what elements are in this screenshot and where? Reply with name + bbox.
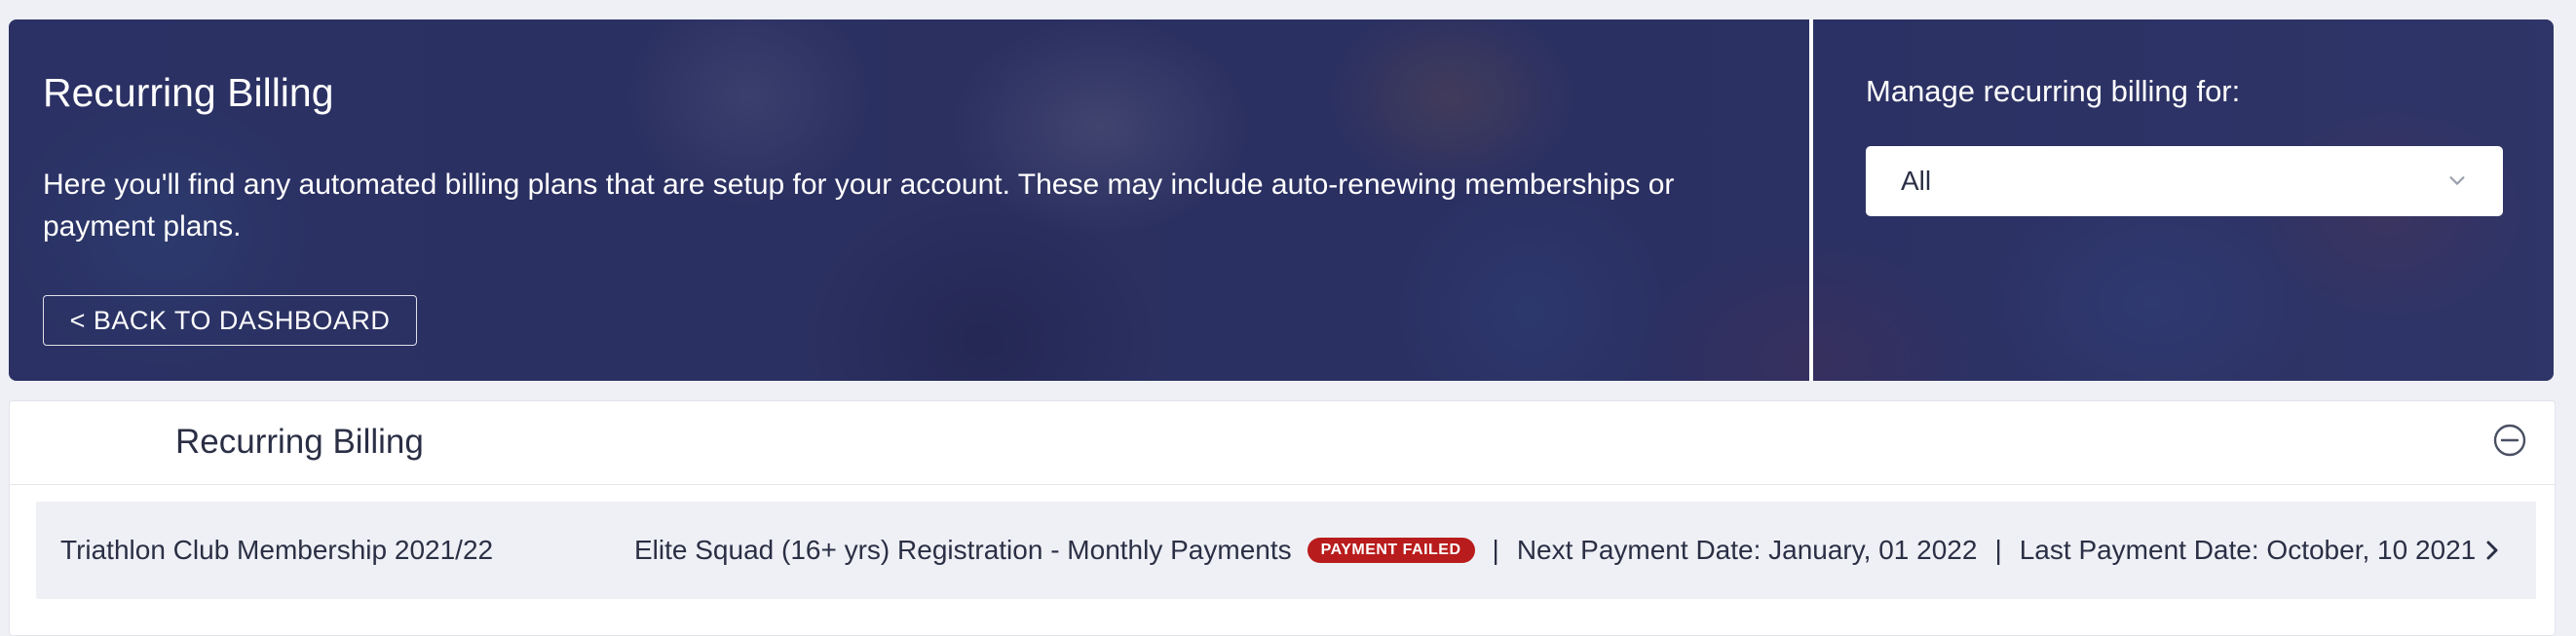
select-value: All	[1901, 166, 1932, 196]
separator: |	[1492, 535, 1499, 565]
billing-account-select[interactable]: All	[1866, 146, 2503, 216]
card-divider	[10, 484, 2555, 485]
status-badge: PAYMENT FAILED	[1307, 538, 1475, 563]
separator: |	[1994, 535, 2002, 565]
page-title: Recurring Billing	[43, 70, 334, 115]
hero-banner: Recurring Billing Here you'll find any a…	[9, 19, 2554, 381]
manage-billing-label: Manage recurring billing for:	[1866, 74, 2241, 108]
card-title: Recurring Billing	[175, 423, 424, 461]
hero-divider	[1809, 19, 1813, 381]
plan-details: Elite Squad (16+ yrs) Registration - Mon…	[634, 502, 2493, 599]
billing-plan-row[interactable]: Triathlon Club Membership 2021/22 Elite …	[36, 502, 2536, 599]
last-payment-date: Last Payment Date: October, 10 2021	[2019, 535, 2477, 565]
page-description: Here you'll find any automated billing p…	[43, 168, 1675, 243]
recurring-billing-card: Recurring Billing Triathlon Club Members…	[9, 400, 2556, 636]
plan-name: Elite Squad (16+ yrs) Registration - Mon…	[634, 535, 1292, 565]
chevron-right-icon[interactable]	[2481, 539, 2504, 562]
membership-name: Triathlon Club Membership 2021/22	[60, 535, 494, 565]
back-to-dashboard-button[interactable]: < BACK TO DASHBOARD	[43, 295, 417, 346]
minus-circle-icon[interactable]	[2492, 423, 2527, 458]
next-payment-date: Next Payment Date: January, 01 2022	[1516, 535, 1978, 565]
chevron-down-icon	[2449, 176, 2465, 185]
